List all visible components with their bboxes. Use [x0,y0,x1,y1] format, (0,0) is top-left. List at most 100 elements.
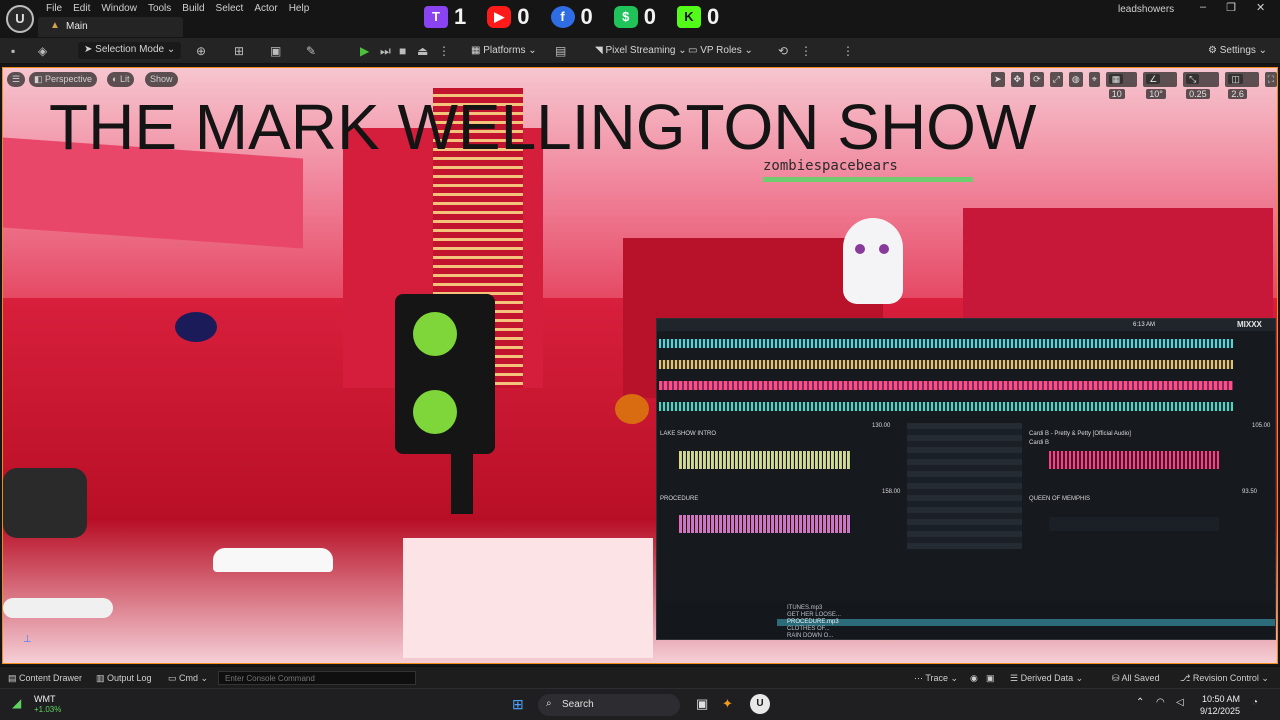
blueprint-icon[interactable]: ⊞ [234,43,244,59]
deck1-title: LAKE SHOW INTRO [660,431,717,437]
menu-file[interactable]: File [44,2,71,16]
lit-button[interactable]: ◐ Lit [107,72,135,87]
scale-tool-icon[interactable]: ⤢ [1049,72,1063,87]
perspective-icon: ◧ [34,74,46,84]
world-space-icon[interactable]: ◍ [1068,72,1083,87]
unreal-taskbar-icon[interactable]: U [750,694,770,714]
youtube-count: 0 [517,4,530,29]
output-log-button[interactable]: ▥ Output Log [96,672,152,684]
cmd-dropdown[interactable]: ▭ Cmd ⌄ [168,672,208,684]
kick-icon: K [677,6,701,28]
scale-snap-value: 0.25 [1186,89,1210,99]
menu-tools[interactable]: Tools [146,2,180,16]
perspective-label: Perspective [45,74,93,84]
unreal-logo-icon[interactable]: U [6,5,34,33]
notifications-icon[interactable]: ◔ [1252,697,1258,708]
task-view-icon[interactable]: ▣ [696,696,708,712]
deck2-artist: Cardi B [1029,440,1050,446]
record-icon[interactable]: ◉ [970,672,978,684]
content-drawer-label: Content Drawer [19,673,83,683]
platforms-dropdown[interactable]: ▦ Platforms ⌄ [471,43,537,59]
trace-dropdown[interactable]: ⋯ Trace ⌄ [914,672,958,684]
maximize-viewport-icon[interactable]: ⛶ [1264,72,1277,87]
show-title-overlay: THE MARK WELLINGTON SHOW [49,91,1037,163]
overview-waveform-2 [659,360,1233,369]
gear-icon: ⚙ [1208,45,1220,56]
cinematics-icon[interactable]: ▣ [270,43,281,59]
derived-data-button[interactable]: ☰ Derived Data ⌄ [1010,672,1083,684]
volume-icon[interactable]: ◁ [1176,697,1184,708]
clapper-icon[interactable]: ▤ [555,43,566,59]
traffic-light[interactable] [395,294,495,454]
more-options-icon[interactable]: ⋮ [438,43,450,59]
close-icon[interactable]: ✕ [1256,1,1265,14]
menu-actor[interactable]: Actor [252,2,286,16]
perspective-button[interactable]: ◧ Perspective [29,72,98,87]
modes-icon[interactable]: ✎ [306,43,316,59]
menu-window[interactable]: Window [99,2,146,16]
library-row-5[interactable]: RAIN DOWN O... [787,633,833,639]
rotate-icon[interactable]: ⟳ [1030,72,1044,87]
pixel-streaming-dropdown[interactable]: ◥ Pixel Streaming ⌄ [595,43,687,59]
library-row-1[interactable]: ITUNES.mp3 [787,605,822,611]
mixer-section [907,423,1022,549]
eject-icon[interactable]: ⏏ [417,43,428,59]
translate-tool-icon[interactable]: ✥ [1010,72,1025,87]
library-row-4[interactable]: CLOTHES OF... [787,626,830,632]
youtube-counter: ▶ 0 [487,4,530,30]
vp-roles-dropdown[interactable]: ▭ VP Roles ⌄ [688,43,753,59]
revision-control-button[interactable]: ⎇ Revision Control ⌄ [1180,672,1269,684]
copilot-icon[interactable]: ✦ [722,696,733,712]
show-button[interactable]: Show [145,72,178,87]
console-command-input[interactable] [218,671,416,685]
stock-change: +1.03% [34,705,62,714]
tray-chevron-icon[interactable]: ⌃ [1136,697,1144,708]
surface-snap-icon[interactable]: ⌖ [1088,72,1100,87]
add-actor-icon[interactable]: ⊕ [196,43,206,59]
library-row-3[interactable]: PROCEDURE.mp3 [787,619,839,625]
stream-counters: T 1 ▶ 0 f 0 $ 0 K 0 [424,0,740,34]
youtube-icon: ▶ [487,6,512,28]
source-control-icon[interactable]: ◈ [38,43,47,59]
camera-record-icon[interactable]: ▣ [986,672,995,684]
trace-label: Trace [925,673,949,683]
taskbar-search[interactable]: ⌕ Search [538,694,680,716]
facebook-icon: f [550,6,575,28]
menu-select[interactable]: Select [214,2,253,16]
toolbar-overflow-icon[interactable]: ⋮ [842,43,854,59]
viewport-menu-icon[interactable]: ☰ [7,72,26,87]
grid-snap-button[interactable]: ▦ 10 [1105,72,1138,99]
all-saved-button[interactable]: ⛁ All Saved [1112,672,1160,684]
stop-icon[interactable]: ■ [399,43,406,59]
deck4-bpm: 93.50 [1242,489,1258,495]
toolbar-more-icon[interactable]: ⋮ [800,43,812,59]
content-drawer-button[interactable]: ▤ Content Drawer [8,672,82,684]
play-icon[interactable]: ▶ [360,43,369,59]
menu-build[interactable]: Build [180,2,213,16]
menu-help[interactable]: Help [287,2,319,16]
scale-snap-button[interactable]: ⤡ 0.25 [1183,72,1220,99]
ghost-character[interactable] [843,218,903,304]
save-icon[interactable]: ▪ [11,43,15,59]
select-tool-icon[interactable]: ➤ [991,72,1005,87]
trace-icon: ⋯ [914,673,926,683]
restore-icon[interactable]: ❐ [1226,1,1236,14]
camera-speed-button[interactable]: ◫ 2.6 [1225,72,1259,99]
step-icon[interactable]: ⏭ [380,43,391,59]
network-icon[interactable]: ◠ [1156,697,1165,708]
taskbar-clock[interactable]: 10:50 AM 9/12/2025 [1200,693,1240,717]
library-row-2[interactable]: GET HER LOOSE... [787,612,841,618]
menu-edit[interactable]: Edit [71,2,99,16]
deck4-title: QUEEN OF MEMPHIS [1029,496,1091,502]
rotate-tool-icon[interactable]: ⟲ [778,43,788,59]
deck4-waveform [1049,517,1219,531]
twitch-icon: T [424,6,448,28]
platforms-label: Platforms [483,45,526,56]
selection-mode-dropdown[interactable]: ➤ Selection Mode ⌄ [78,42,182,59]
windows-start-icon[interactable]: ⊞ [512,696,524,713]
tab-main[interactable]: ▲ Main [38,17,183,37]
minimize-icon[interactable]: – [1200,1,1206,14]
rotation-snap-button[interactable]: ∠ 10° [1143,72,1178,99]
settings-dropdown[interactable]: ⚙ Settings ⌄ [1208,43,1267,59]
show-label: Show [150,74,173,84]
